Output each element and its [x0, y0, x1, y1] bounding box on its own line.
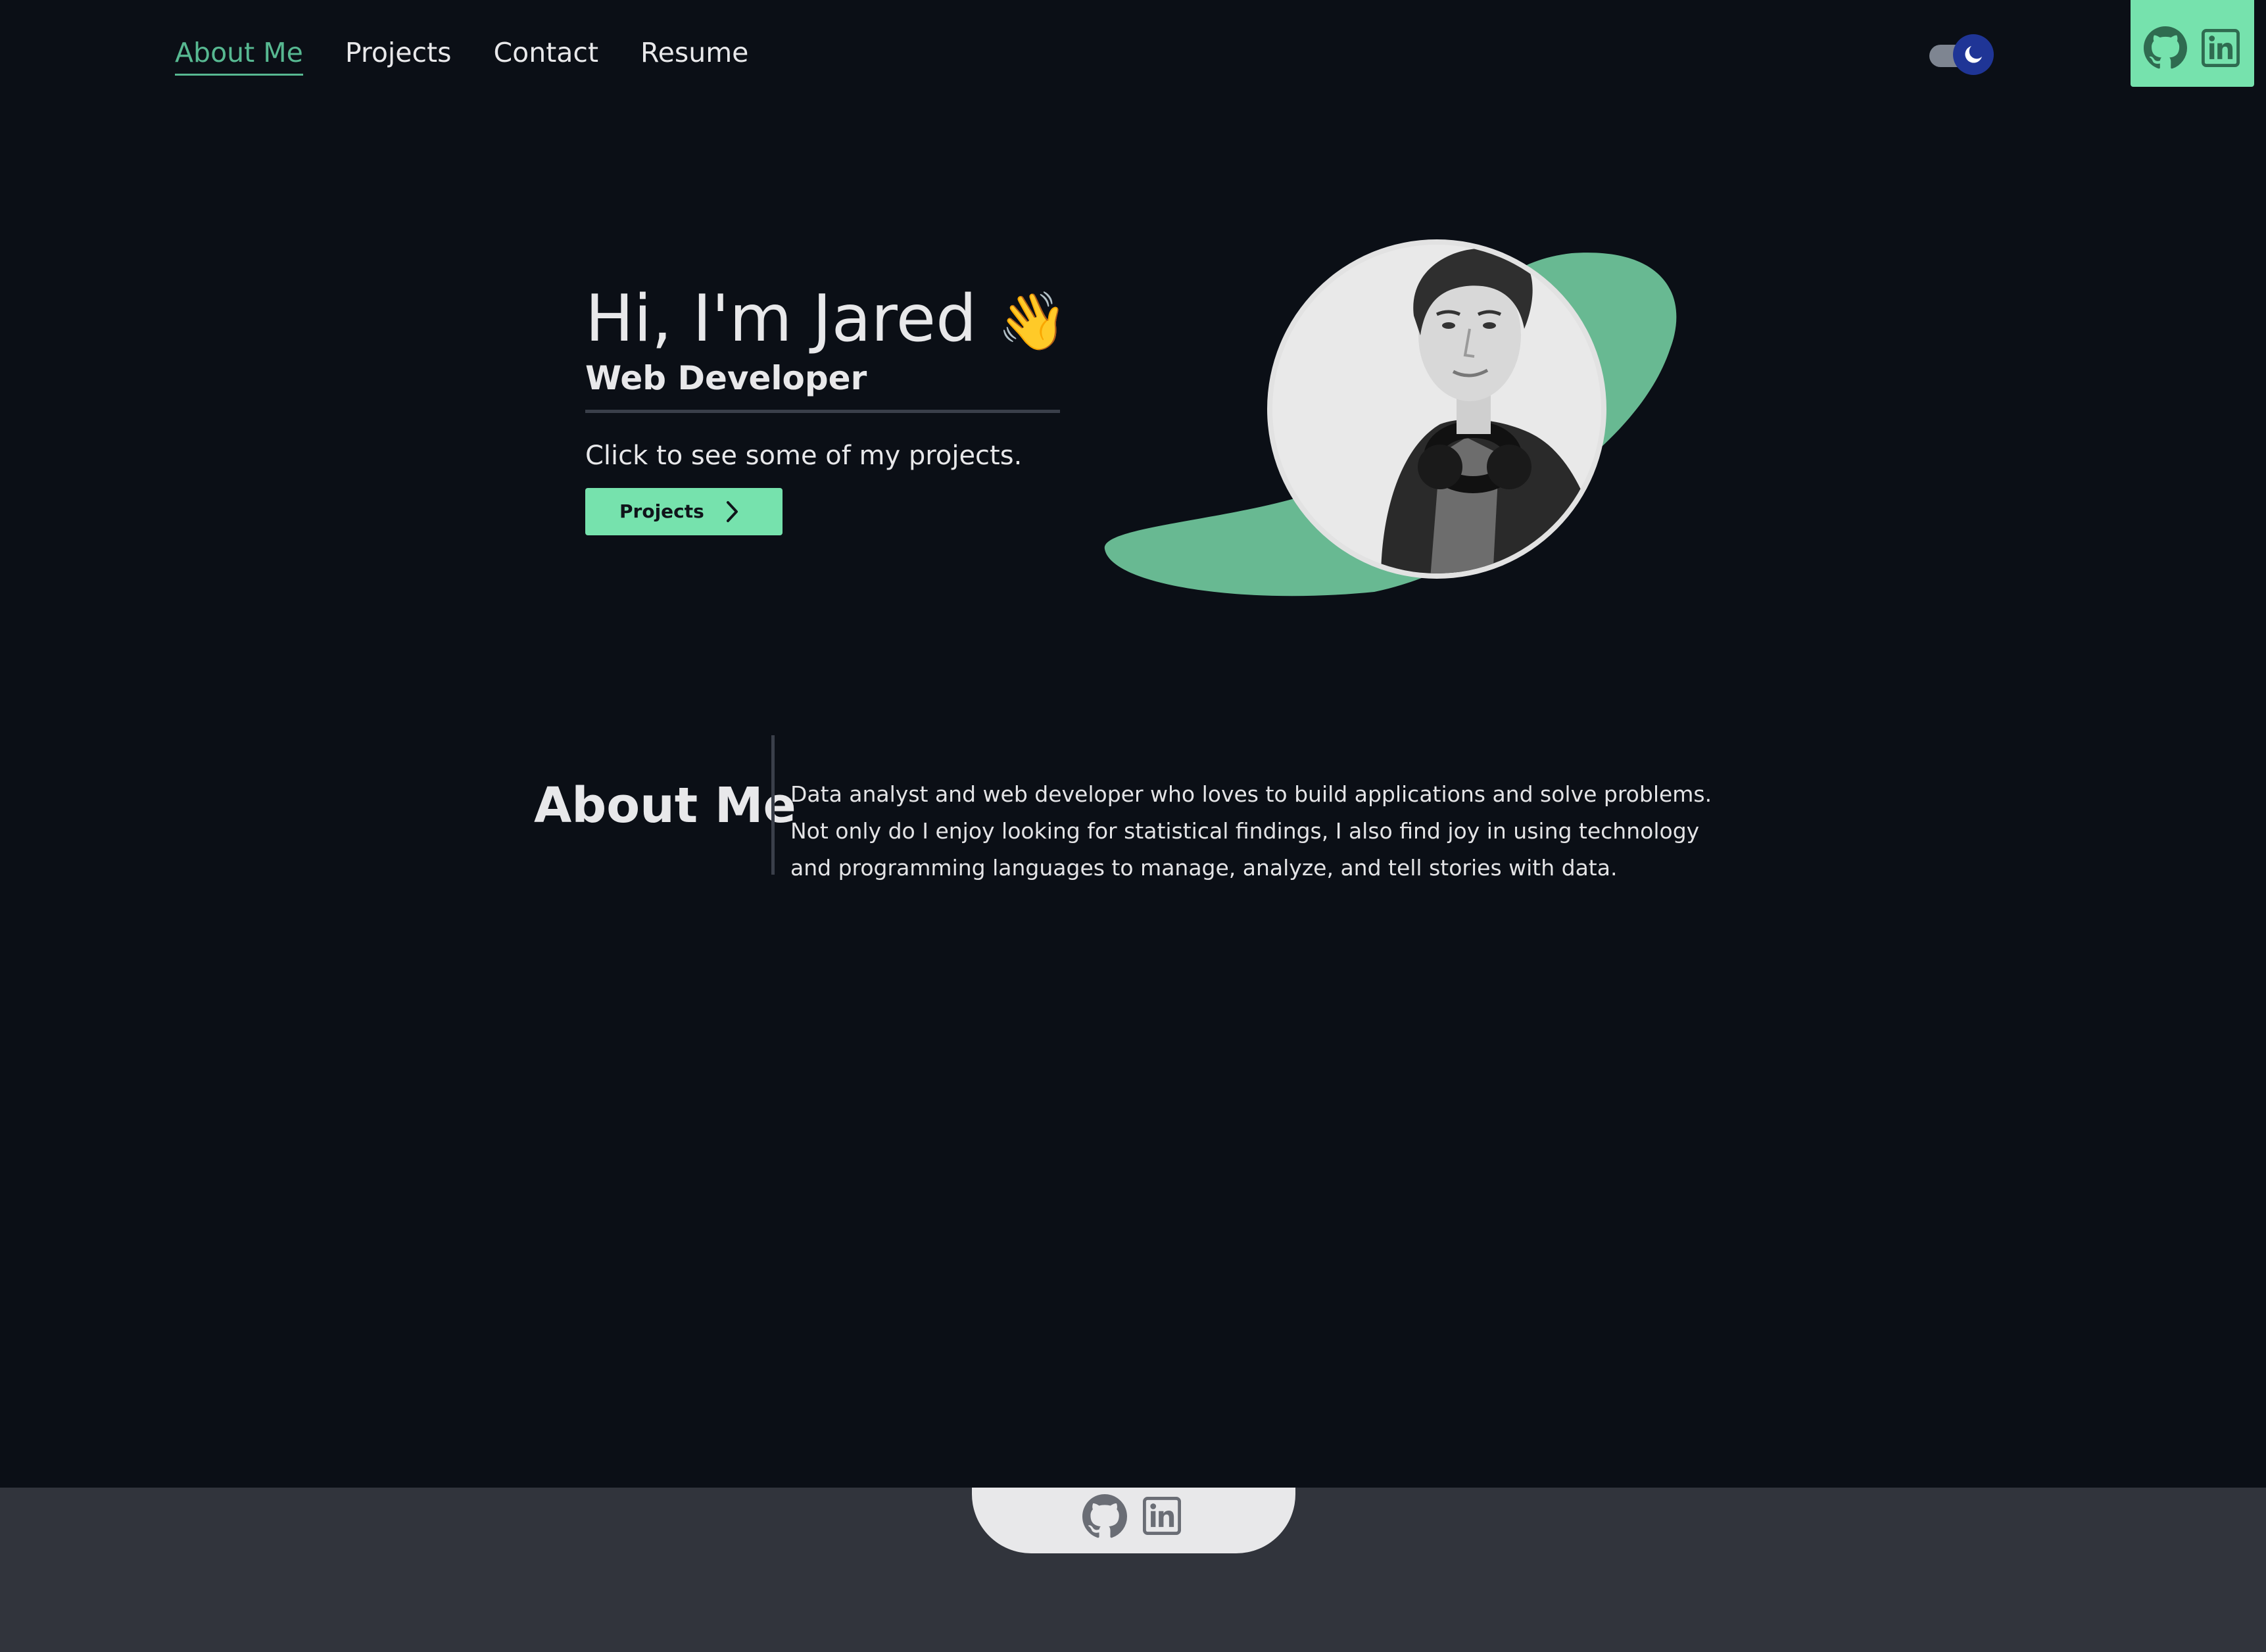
hero-cta-text: Click to see some of my projects. — [585, 441, 1023, 471]
hero-subtitle: Web Developer — [585, 359, 867, 397]
footer — [0, 1488, 2266, 1652]
nav-link-projects[interactable]: Projects — [345, 34, 452, 76]
hero-greeting: Hi, I'm Jared 👋 — [585, 279, 1068, 361]
hero-portrait-art — [1098, 237, 1690, 605]
projects-button-label: Projects — [619, 500, 704, 522]
projects-button[interactable]: Projects — [585, 488, 783, 535]
wave-emoji-icon: 👋 — [997, 289, 1068, 354]
toggle-knob — [1953, 34, 1994, 75]
nav-link-contact[interactable]: Contact — [494, 34, 599, 76]
hero-greeting-text: Hi, I'm Jared — [585, 281, 977, 356]
nav-link-resume[interactable]: Resume — [640, 34, 748, 76]
top-nav: About Me Projects Contact Resume — [0, 0, 2266, 105]
hero-divider — [585, 410, 1060, 413]
github-icon[interactable] — [1082, 1494, 1127, 1542]
footer-social-pill — [972, 1488, 1295, 1553]
chevron-right-icon — [722, 500, 742, 528]
portrait-blob-svg — [1104, 239, 1677, 596]
nav-links: About Me Projects Contact Resume — [175, 34, 748, 76]
theme-toggle[interactable] — [1929, 34, 1994, 75]
social-links-top — [2131, 0, 2254, 87]
about-heading: About Me — [534, 777, 796, 834]
about-divider — [771, 735, 775, 875]
linkedin-icon[interactable] — [2202, 29, 2240, 70]
github-icon[interactable] — [2144, 26, 2187, 72]
nav-link-about-me[interactable]: About Me — [175, 34, 303, 76]
moon-icon — [1965, 46, 1982, 63]
linkedin-icon[interactable] — [1143, 1497, 1181, 1538]
about-text: Data analyst and web developer who loves… — [790, 781, 1712, 881]
